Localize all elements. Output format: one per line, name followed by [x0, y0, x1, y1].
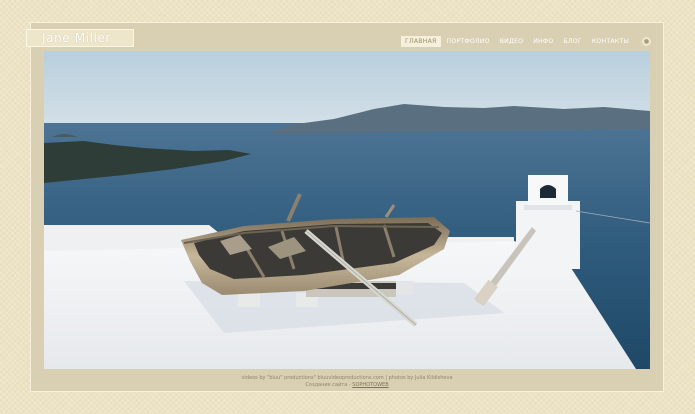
footer-made-prefix: Создание сайта -: [305, 382, 353, 388]
globe-icon[interactable]: ●: [642, 37, 651, 46]
nav-item-blog[interactable]: БЛОГ: [559, 36, 585, 47]
nav-item-home[interactable]: ГЛАВНАЯ: [401, 36, 441, 47]
main-nav: ГЛАВНАЯ ПОРТФОЛИО ВИДЕО ИНФО БЛОГ КОНТАК…: [399, 36, 651, 47]
footer-made: Создание сайта - SOPHOTOWEB: [30, 382, 664, 388]
nav-item-video[interactable]: ВИДЕО: [496, 36, 528, 47]
footer-credits: videos by "bluu" productions" bluuvideop…: [241, 375, 453, 381]
nav-item-contacts[interactable]: КОНТАКТЫ: [588, 36, 633, 47]
hero-photo: [44, 51, 650, 369]
site-logo[interactable]: Jane Miller: [26, 29, 134, 47]
nav-item-portfolio[interactable]: ПОРТФОЛИО: [443, 36, 494, 47]
nav-item-info[interactable]: ИНФО: [529, 36, 557, 47]
footer-made-link[interactable]: SOPHOTOWEB: [352, 382, 388, 388]
